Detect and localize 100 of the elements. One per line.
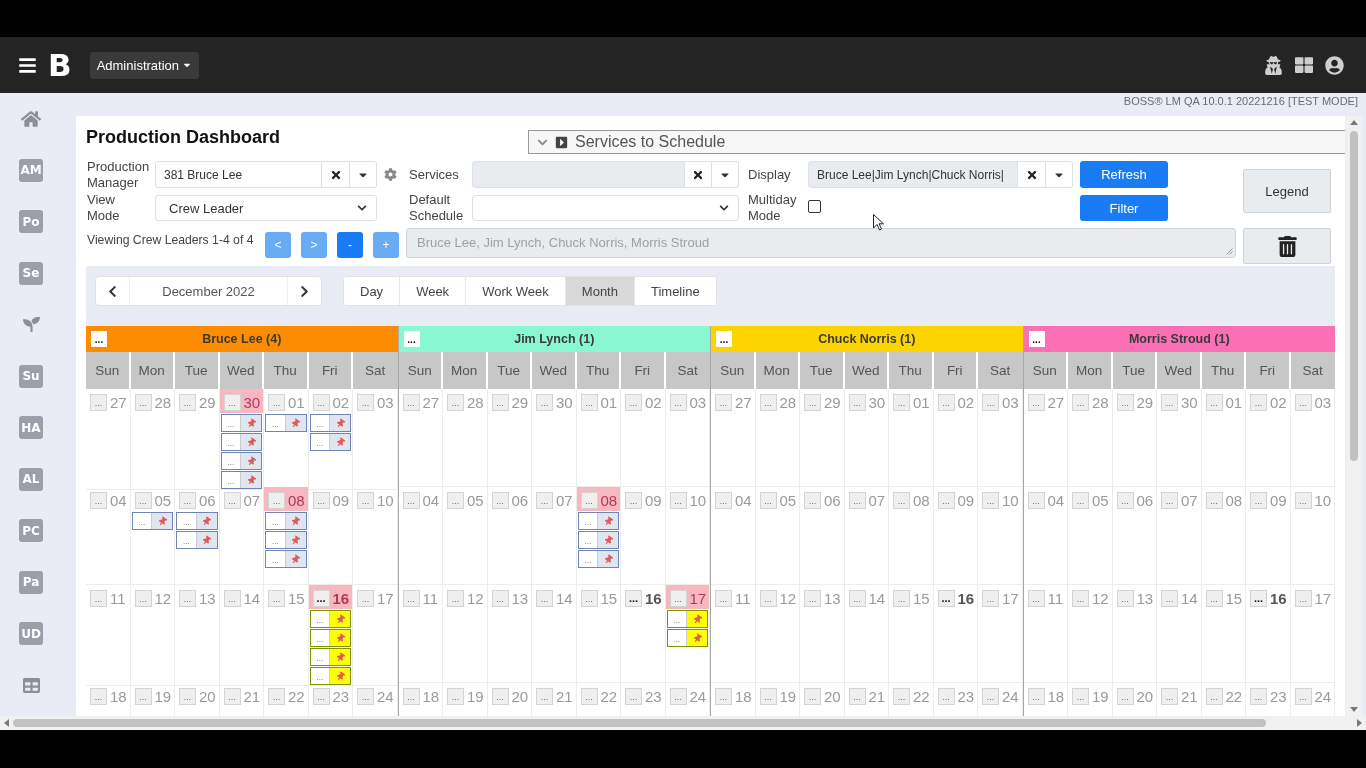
event-menu-button[interactable]: ... [221, 472, 242, 488]
day-menu-button[interactable]: ... [848, 590, 866, 607]
display-input[interactable]: Bruce Lee|Jim Lynch|Chuck Norris| [808, 161, 1018, 188]
day-menu-button[interactable]: ... [402, 394, 420, 411]
day-menu-button[interactable]: ... [268, 492, 285, 509]
day-menu-button[interactable]: ... [134, 688, 152, 705]
day-menu-button[interactable]: ... [1205, 688, 1223, 705]
event-menu-button[interactable]: ... [221, 453, 242, 469]
calendar-event[interactable]: ... [220, 414, 262, 432]
event-menu-button[interactable]: ... [177, 513, 197, 529]
day-menu-button[interactable]: ... [268, 688, 285, 705]
day-menu-button[interactable]: ... [937, 492, 955, 509]
day-menu-button[interactable]: ... [804, 590, 821, 607]
day-menu-button[interactable]: ... [625, 394, 642, 411]
event-menu-button[interactable]: ... [310, 611, 331, 627]
day-menu-button[interactable]: ... [982, 688, 999, 705]
day-menu-button[interactable]: ... [1072, 688, 1089, 705]
day-menu-button[interactable]: ... [937, 590, 955, 607]
day-menu-button[interactable]: ... [90, 394, 107, 411]
day-menu-button[interactable]: ... [1027, 688, 1045, 705]
calendar-event[interactable]: ... [309, 629, 351, 647]
event-menu-button[interactable]: ... [667, 611, 688, 627]
apps-grid-icon[interactable] [1295, 56, 1313, 74]
day-menu-button[interactable]: ... [759, 394, 777, 411]
view-tab[interactable]: Timeline [633, 277, 716, 305]
day-menu-button[interactable]: ... [268, 590, 285, 607]
day-menu-button[interactable]: ... [848, 688, 866, 705]
day-menu-button[interactable]: ... [804, 492, 821, 509]
day-menu-button[interactable]: ... [223, 394, 241, 411]
day-menu-button[interactable]: ... [804, 394, 821, 411]
event-menu-button[interactable]: ... [266, 513, 286, 529]
sprout-icon[interactable] [22, 316, 40, 334]
crew-menu-button[interactable]: ... [716, 331, 732, 347]
day-menu-button[interactable]: ... [536, 394, 553, 411]
day-menu-button[interactable]: ... [1072, 590, 1089, 607]
services-input[interactable] [472, 161, 685, 188]
day-menu-button[interactable]: ... [1116, 590, 1134, 607]
day-menu-button[interactable]: ... [447, 394, 464, 411]
day-menu-button[interactable]: ... [312, 394, 330, 411]
event-menu-button[interactable]: ... [310, 415, 331, 431]
day-menu-button[interactable]: ... [134, 394, 152, 411]
day-menu-button[interactable]: ... [625, 688, 642, 705]
scrollbar-thumb[interactable] [13, 719, 1266, 727]
calendar-event[interactable]: ... [220, 433, 262, 451]
day-menu-button[interactable]: ... [134, 492, 152, 509]
vertical-scrollbar[interactable] [1346, 116, 1362, 716]
calendar-event[interactable]: ... [577, 531, 619, 549]
day-menu-button[interactable]: ... [982, 394, 999, 411]
crew-menu-button[interactable]: ... [1028, 331, 1045, 347]
crew-menu-button[interactable]: ... [403, 331, 420, 347]
day-menu-button[interactable]: ... [491, 394, 509, 411]
day-menu-button[interactable]: ... [1027, 394, 1045, 411]
day-menu-button[interactable]: ... [179, 688, 196, 705]
day-menu-button[interactable]: ... [580, 394, 598, 411]
scroll-left-arrow-icon[interactable] [4, 719, 9, 727]
day-menu-button[interactable]: ... [223, 688, 241, 705]
day-menu-button[interactable]: ... [536, 590, 553, 607]
table-icon[interactable] [22, 676, 40, 694]
day-menu-button[interactable]: ... [402, 492, 420, 509]
day-menu-button[interactable]: ... [1116, 492, 1134, 509]
scroll-down-arrow-icon[interactable] [1350, 707, 1358, 712]
day-menu-button[interactable]: ... [625, 590, 642, 607]
day-menu-button[interactable]: ... [134, 590, 152, 607]
day-menu-button[interactable]: ... [536, 492, 553, 509]
day-menu-button[interactable]: ... [402, 590, 420, 607]
day-menu-button[interactable]: ... [357, 492, 374, 509]
day-menu-button[interactable]: ... [937, 394, 955, 411]
day-menu-button[interactable]: ... [491, 590, 509, 607]
day-menu-button[interactable]: ... [1294, 688, 1312, 705]
day-menu-button[interactable]: ... [90, 492, 107, 509]
day-menu-button[interactable]: ... [625, 492, 642, 509]
day-menu-button[interactable]: ... [1027, 590, 1045, 607]
day-menu-button[interactable]: ... [580, 590, 598, 607]
day-menu-button[interactable]: ... [312, 590, 330, 607]
day-menu-button[interactable]: ... [1250, 492, 1267, 509]
event-menu-button[interactable]: ... [266, 532, 286, 548]
day-menu-button[interactable]: ... [1294, 394, 1312, 411]
view-mode-select[interactable]: Crew Leader [155, 195, 377, 221]
clear-button[interactable] [1018, 161, 1046, 188]
day-menu-button[interactable]: ... [893, 688, 910, 705]
day-menu-button[interactable]: ... [759, 492, 777, 509]
calendar-event[interactable]: ... [309, 610, 351, 628]
event-menu-button[interactable]: ... [578, 551, 599, 567]
scroll-right-arrow-icon[interactable] [1357, 719, 1362, 727]
day-menu-button[interactable]: ... [669, 688, 687, 705]
day-menu-button[interactable]: ... [1250, 394, 1267, 411]
day-menu-button[interactable]: ... [223, 492, 241, 509]
day-menu-button[interactable]: ... [179, 394, 196, 411]
menu-icon[interactable] [18, 55, 37, 75]
settings-icon[interactable] [384, 168, 397, 181]
day-menu-button[interactable]: ... [447, 688, 464, 705]
event-menu-button[interactable]: ... [667, 630, 688, 646]
day-menu-button[interactable]: ... [580, 492, 598, 509]
day-menu-button[interactable]: ... [491, 492, 509, 509]
day-menu-button[interactable]: ... [357, 394, 374, 411]
calendar-event[interactable]: ... [220, 452, 262, 470]
calendar-event[interactable]: ... [309, 414, 351, 432]
event-menu-button[interactable]: ... [132, 513, 153, 529]
calendar-event[interactable]: ... [577, 550, 619, 568]
day-menu-button[interactable]: ... [491, 688, 509, 705]
